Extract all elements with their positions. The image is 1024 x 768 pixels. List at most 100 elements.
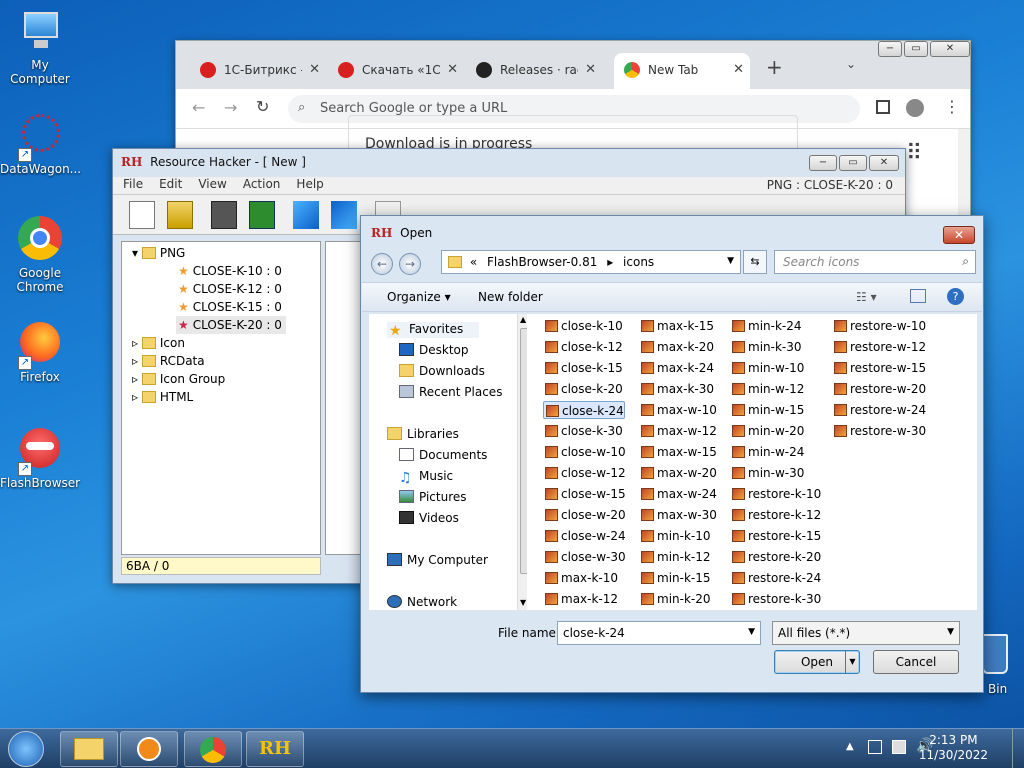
breadcrumb-flashbrowser[interactable]: FlashBrowser-0.81 xyxy=(487,255,597,269)
taskbar-chrome[interactable] xyxy=(184,731,242,767)
file-item[interactable]: max-w-30 xyxy=(639,506,717,524)
tree-node-html[interactable]: ▹ HTML xyxy=(132,388,193,406)
file-item[interactable]: min-k-10 xyxy=(639,527,711,545)
show-desktop-button[interactable] xyxy=(1012,729,1024,768)
save-as-icon[interactable] xyxy=(249,201,275,229)
chrome-tab-new-tab[interactable]: New Tab ✕ xyxy=(614,53,750,89)
file-item[interactable]: min-w-24 xyxy=(730,443,804,461)
side-panel-icon[interactable] xyxy=(876,100,890,114)
file-item[interactable]: restore-w-10 xyxy=(832,317,926,335)
file-item[interactable]: min-w-30 xyxy=(730,464,804,482)
menu-view[interactable]: View xyxy=(198,177,226,194)
close-icon[interactable]: ✕ xyxy=(309,62,320,77)
file-item[interactable]: restore-k-24 xyxy=(730,569,821,587)
nav-pictures[interactable]: Pictures xyxy=(399,490,467,504)
open-button[interactable]: Open ▼ xyxy=(774,650,860,674)
navigation-pane[interactable]: ★ Favorites Desktop Downloads Recent Plac… xyxy=(369,314,531,610)
file-item[interactable]: restore-k-30 xyxy=(730,590,821,608)
address-bar[interactable]: « FlashBrowser-0.81 ▸ icons ▼ xyxy=(441,250,741,274)
new-file-icon[interactable] xyxy=(129,201,155,229)
reload-icon[interactable]: ↻ xyxy=(256,97,269,116)
desktop-icon-chrome[interactable]: Google Chrome xyxy=(0,216,80,294)
file-list[interactable]: close-k-10 close-k-12 close-k-15 close-k-20… xyxy=(527,314,977,610)
import-icon[interactable] xyxy=(293,201,319,229)
chrome-tab-download[interactable]: Скачать «1С-Б ✕ xyxy=(328,53,464,89)
file-item[interactable]: min-k-24 xyxy=(730,317,802,335)
profile-icon[interactable] xyxy=(906,99,924,117)
taskbar-explorer[interactable] xyxy=(60,731,118,767)
desktop-icon-firefox[interactable]: ↗ Firefox xyxy=(0,320,80,384)
menu-file[interactable]: File xyxy=(123,177,143,194)
nav-videos[interactable]: Videos xyxy=(399,511,459,525)
breadcrumb-overflow[interactable]: « xyxy=(470,255,477,269)
tree-node-close-k-10[interactable]: ★ CLOSE-K-10 : 0 xyxy=(178,262,282,280)
menu-help[interactable]: Help xyxy=(296,177,323,194)
back-icon[interactable]: ← xyxy=(192,98,205,117)
dropdown-arrow-icon[interactable]: ▼ xyxy=(748,627,755,637)
tree-node-rcdata[interactable]: ▹ RCData xyxy=(132,352,205,370)
menu-icon[interactable]: ⋮ xyxy=(944,97,960,116)
file-item[interactable]: max-k-12 xyxy=(543,590,618,608)
file-item[interactable]: min-k-12 xyxy=(639,548,711,566)
refresh-icon[interactable]: ⇆ xyxy=(743,250,767,274)
file-item[interactable]: restore-w-30 xyxy=(832,422,926,440)
file-item[interactable]: min-w-10 xyxy=(730,359,804,377)
file-item[interactable]: min-w-20 xyxy=(730,422,804,440)
file-item[interactable]: min-k-20 xyxy=(639,590,711,608)
apps-icon[interactable]: ⠿ xyxy=(906,141,922,166)
nav-network[interactable]: Network xyxy=(387,595,457,609)
file-item[interactable]: close-w-10 xyxy=(543,443,626,461)
search-input[interactable]: Search icons ⌕ xyxy=(774,250,976,274)
minimize-button[interactable]: − xyxy=(878,41,902,57)
forward-icon[interactable]: → xyxy=(399,253,421,275)
nav-documents[interactable]: Documents xyxy=(399,448,487,462)
menu-edit[interactable]: Edit xyxy=(159,177,182,194)
preview-pane-icon[interactable] xyxy=(910,289,926,303)
file-item[interactable]: close-w-12 xyxy=(543,464,626,482)
chrome-tab-bitrix[interactable]: 1С-Битрикс - с ✕ xyxy=(190,53,326,89)
tray-overflow-icon[interactable]: ▲ xyxy=(846,741,854,752)
file-item[interactable]: restore-k-10 xyxy=(730,485,821,503)
split-arrow-icon[interactable]: ▼ xyxy=(845,651,859,673)
nav-my-computer[interactable]: My Computer xyxy=(387,553,488,567)
nav-downloads[interactable]: Downloads xyxy=(399,364,485,378)
file-item[interactable]: restore-w-12 xyxy=(832,338,926,356)
file-item[interactable]: max-w-24 xyxy=(639,485,717,503)
close-icon[interactable]: ✕ xyxy=(585,62,596,77)
file-item[interactable]: close-k-10 xyxy=(543,317,623,335)
network-tray-icon[interactable] xyxy=(868,740,882,754)
scroll-down-icon[interactable]: ▼ xyxy=(520,598,526,607)
open-folder-icon[interactable] xyxy=(167,201,193,229)
close-button[interactable]: ✕ xyxy=(869,155,899,171)
close-button[interactable]: ✕ xyxy=(930,41,970,57)
new-folder-button[interactable]: New folder xyxy=(478,290,543,304)
file-item[interactable]: close-k-15 xyxy=(543,359,623,377)
file-item[interactable]: max-w-10 xyxy=(639,401,717,419)
file-item[interactable]: max-k-20 xyxy=(639,338,714,356)
file-item[interactable]: max-k-24 xyxy=(639,359,714,377)
chrome-tab-releases[interactable]: Releases · radi ✕ xyxy=(466,53,602,89)
file-type-select[interactable]: All files (*.*) ▼ xyxy=(772,621,960,645)
file-item[interactable]: close-k-24 xyxy=(543,401,625,419)
nav-desktop[interactable]: Desktop xyxy=(399,343,469,357)
file-item[interactable]: max-k-10 xyxy=(543,569,618,587)
close-icon[interactable]: ✕ xyxy=(447,62,458,77)
file-item[interactable]: restore-k-20 xyxy=(730,548,821,566)
resource-tree[interactable]: ▾ PNG ★ CLOSE-K-10 : 0 ★ CLOSE-K-12 : 0 ★ C… xyxy=(121,241,321,555)
file-item[interactable]: min-k-30 xyxy=(730,338,802,356)
desktop-icon-datawagon[interactable]: ↗ DataWagon... xyxy=(0,112,81,176)
file-item[interactable]: min-w-12 xyxy=(730,380,804,398)
nav-recent-places[interactable]: Recent Places xyxy=(399,385,502,399)
scroll-up-icon[interactable]: ▲ xyxy=(520,315,526,324)
clock[interactable]: 2:13 PM 11/30/2022 xyxy=(919,733,988,763)
dropdown-arrow-icon[interactable]: ▼ xyxy=(727,256,734,266)
dropdown-arrow-icon[interactable]: ▼ xyxy=(947,627,954,637)
file-item[interactable]: max-k-15 xyxy=(639,317,714,335)
tab-search-icon[interactable]: ⌄ xyxy=(846,57,856,71)
view-options-icon[interactable]: ☷ ▾ xyxy=(856,290,877,304)
cancel-button[interactable]: Cancel xyxy=(873,650,959,674)
file-item[interactable]: min-w-15 xyxy=(730,401,804,419)
close-icon[interactable]: ✕ xyxy=(733,62,744,77)
breadcrumb-icons[interactable]: icons xyxy=(623,255,654,269)
file-item[interactable]: max-w-20 xyxy=(639,464,717,482)
